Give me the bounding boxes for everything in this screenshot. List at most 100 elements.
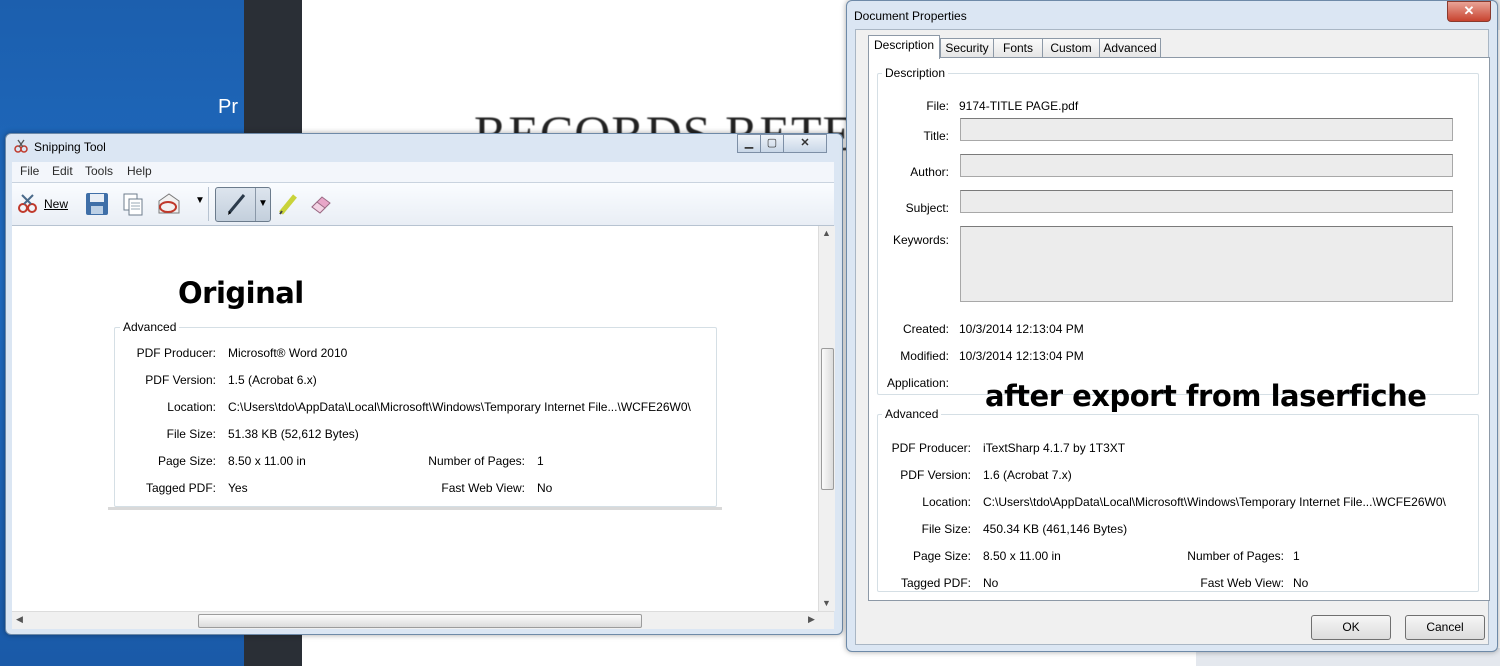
keywords-field[interactable] xyxy=(960,226,1453,302)
created-label: Created: xyxy=(902,322,949,336)
num-pages-label: Number of Pages: xyxy=(1187,549,1284,563)
desktop-partial-text: Pr xyxy=(218,96,238,118)
tab-security[interactable]: Security xyxy=(940,38,994,58)
close-icon: ✕ xyxy=(800,137,810,149)
file-label: File: xyxy=(926,99,949,113)
location-value: C:\Users\tdo\AppData\Local\Microsoft\Win… xyxy=(983,495,1446,509)
modified-value: 10/3/2014 12:13:04 PM xyxy=(959,349,1084,363)
advanced-group-label: Advanced xyxy=(120,320,180,334)
toolbar-separator xyxy=(208,187,209,221)
menu-tools[interactable]: Tools xyxy=(85,164,113,178)
file-size-label: File Size: xyxy=(166,427,216,441)
num-pages-value: 1 xyxy=(1293,549,1300,563)
dialog-close-button[interactable]: ✕ xyxy=(1447,1,1491,22)
pdf-producer-value: Microsoft® Word 2010 xyxy=(228,346,348,360)
tagged-pdf-value: Yes xyxy=(228,481,248,495)
maximize-button[interactable]: ▢ xyxy=(760,134,784,153)
file-size-label: File Size: xyxy=(921,522,971,536)
location-label: Location: xyxy=(167,400,216,414)
vertical-scroll-thumb[interactable] xyxy=(821,348,834,490)
application-label: Application: xyxy=(886,376,949,390)
tagged-pdf-value: No xyxy=(983,576,999,590)
toolbar: New ▼ ▼ xyxy=(12,183,834,226)
send-snip-icon[interactable] xyxy=(156,191,182,217)
file-size-value: 450.34 KB (461,146 Bytes) xyxy=(983,522,1128,536)
subject-field[interactable] xyxy=(960,190,1453,213)
save-icon[interactable] xyxy=(84,191,110,217)
fast-web-label: Fast Web View: xyxy=(441,481,525,495)
horizontal-scroll-thumb[interactable] xyxy=(198,614,642,628)
location-label: Location: xyxy=(922,495,971,509)
title-label: Title: xyxy=(923,129,949,143)
document-properties-dialog: Document Properties ✕ Description Securi… xyxy=(846,0,1498,652)
pdf-version-label: PDF Version: xyxy=(145,373,216,387)
scissors-icon xyxy=(14,139,28,153)
tab-description[interactable]: Description xyxy=(868,35,940,59)
page-size-label: Page Size: xyxy=(157,454,216,468)
description-group-label: Description xyxy=(882,66,949,80)
tab-custom[interactable]: Custom xyxy=(1042,38,1100,58)
fast-web-value: No xyxy=(537,481,553,495)
close-button[interactable]: ✕ xyxy=(783,134,827,153)
pdf-version-label: PDF Version: xyxy=(900,468,971,482)
tab-advanced[interactable]: Advanced xyxy=(1099,38,1161,58)
description-tab-panel: Description File: 9174-TITLE PAGE.pdf Ti… xyxy=(868,57,1490,601)
title-field[interactable] xyxy=(960,118,1453,141)
tagged-pdf-label: Tagged PDF: xyxy=(145,481,216,495)
pdf-version-value: 1.6 (Acrobat 7.x) xyxy=(983,468,1072,482)
fast-web-value: No xyxy=(1293,576,1309,590)
num-pages-value: 1 xyxy=(537,454,544,468)
ok-button[interactable]: OK xyxy=(1311,615,1391,640)
close-icon: ✕ xyxy=(1463,3,1475,18)
scroll-up-icon[interactable]: ▲ xyxy=(822,228,831,238)
maximize-icon: ▢ xyxy=(766,137,778,149)
subject-label: Subject: xyxy=(905,201,949,215)
location-value: C:\Users\tdo\AppData\Local\Microsoft\Win… xyxy=(228,400,691,414)
annotation-after-export: after export from laserfiche xyxy=(985,379,1427,413)
file-value: 9174-TITLE PAGE.pdf xyxy=(959,99,1079,113)
pdf-producer-label: PDF Producer: xyxy=(136,346,216,360)
new-snip-label: New xyxy=(44,197,69,211)
pdf-version-value: 1.5 (Acrobat 6.x) xyxy=(228,373,317,387)
copy-icon[interactable] xyxy=(120,191,146,217)
pen-split-divider xyxy=(255,188,256,221)
send-dropdown-icon[interactable]: ▼ xyxy=(195,195,205,206)
menu-file[interactable]: File xyxy=(20,164,39,178)
num-pages-label: Number of Pages: xyxy=(428,454,525,468)
horizontal-scrollbar[interactable]: ◀ ▶ xyxy=(12,611,834,629)
tab-fonts[interactable]: Fonts xyxy=(993,38,1043,58)
vertical-scrollbar[interactable]: ▲ ▼ xyxy=(818,226,835,611)
menu-edit[interactable]: Edit xyxy=(52,164,73,178)
pen-icon xyxy=(227,194,246,215)
pdf-producer-label: PDF Producer: xyxy=(891,441,971,455)
eraser-icon[interactable] xyxy=(308,191,334,217)
annotation-original: Original xyxy=(178,276,304,310)
new-snip-icon xyxy=(18,194,37,213)
snipping-tool-window: Snipping Tool ▁ ▢ ✕ File Edit Tools Help… xyxy=(5,133,843,635)
dialog-body: Description Security Fonts Custom Advanc… xyxy=(855,29,1490,645)
created-value: 10/3/2014 12:13:04 PM xyxy=(959,322,1084,336)
scroll-down-icon[interactable]: ▼ xyxy=(822,598,831,608)
pdf-producer-value: iTextSharp 4.1.7 by 1T3XT xyxy=(983,441,1126,455)
advanced-group-label: Advanced xyxy=(882,407,942,421)
menu-help[interactable]: Help xyxy=(127,164,152,178)
highlighter-icon[interactable] xyxy=(275,191,301,217)
scroll-left-icon[interactable]: ◀ xyxy=(16,614,23,625)
minimize-icon: ▁ xyxy=(744,137,754,149)
author-label: Author: xyxy=(910,165,949,179)
scroll-right-icon[interactable]: ▶ xyxy=(808,614,815,625)
fast-web-label: Fast Web View: xyxy=(1200,576,1284,590)
minimize-button[interactable]: ▁ xyxy=(737,134,761,153)
dialog-title: Document Properties xyxy=(854,9,967,23)
page-size-value: 8.50 x 11.00 in xyxy=(228,454,306,468)
cancel-button[interactable]: Cancel xyxy=(1405,615,1485,640)
snip-canvas: Original Advanced PDF Producer: Microsof… xyxy=(12,226,818,611)
tagged-pdf-label: Tagged PDF: xyxy=(900,576,971,590)
pen-tool-button[interactable]: ▼ xyxy=(215,187,271,222)
file-size-value: 51.38 KB (52,612 Bytes) xyxy=(228,427,359,441)
new-snip-button[interactable]: New xyxy=(16,191,74,217)
author-field[interactable] xyxy=(960,154,1453,177)
window-title: Snipping Tool xyxy=(34,140,106,154)
pen-dropdown-icon[interactable]: ▼ xyxy=(258,198,268,209)
keywords-label: Keywords: xyxy=(892,233,949,247)
